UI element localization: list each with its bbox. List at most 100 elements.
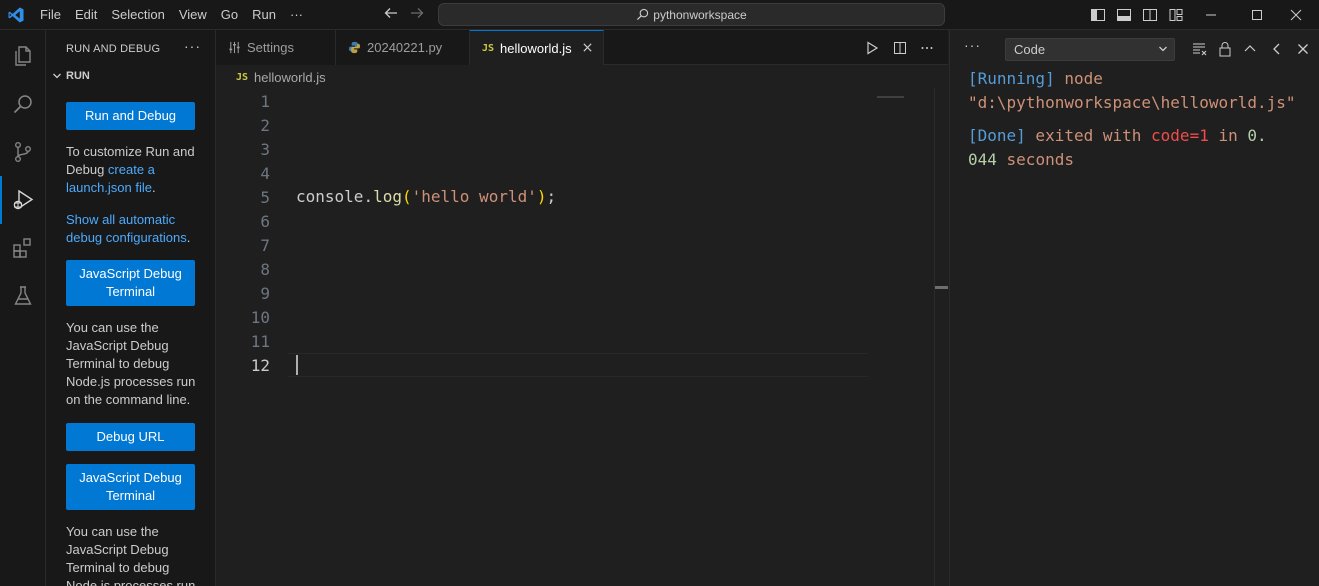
tab-settings-label: Settings xyxy=(247,40,294,55)
source-control-icon[interactable] xyxy=(0,128,46,176)
breadcrumb-js-icon: JS xyxy=(236,71,249,83)
line-number: 9 xyxy=(260,284,270,303)
chevron-down-icon xyxy=(1158,39,1168,60)
run-and-debug-sidebar: RUN AND DEBUG ··· RUN Run and Debug To c… xyxy=(46,30,216,586)
menu-run[interactable]: Run xyxy=(245,0,283,30)
forward-arrow-icon[interactable] xyxy=(408,6,426,24)
split-editor-icon[interactable] xyxy=(891,39,909,57)
sidebar-title: RUN AND DEBUG xyxy=(66,43,161,55)
search-text: pythonworkspace xyxy=(653,7,747,22)
close-icon[interactable] xyxy=(582,40,593,56)
js-debug-description: You can use the JavaScript Debug Termina… xyxy=(66,320,196,407)
tab-python-file[interactable]: 20240221.py xyxy=(336,30,470,65)
chevron-left-icon[interactable] xyxy=(1268,40,1286,58)
breadcrumb: JS helloworld.js xyxy=(216,66,326,88)
run-and-debug-button[interactable]: Run and Debug xyxy=(66,102,195,130)
js-icon: JS xyxy=(482,42,495,54)
command-center-search[interactable]: pythonworkspace xyxy=(438,3,945,26)
scrollbar-thumb[interactable] xyxy=(935,286,948,289)
tab-python-label: 20240221.py xyxy=(367,40,443,55)
show-all-configs-end: . xyxy=(186,230,191,245)
menu-file[interactable]: File xyxy=(33,0,68,30)
line-number: 6 xyxy=(260,212,270,231)
panel-more-actions[interactable]: ··· xyxy=(964,37,981,53)
settings-icon xyxy=(229,41,240,54)
exited-with-text: exited with xyxy=(1025,126,1152,145)
output-done-line: [Done] exited with code=1 in 0. xyxy=(968,124,1267,148)
javascript-debug-terminal-button-2[interactable]: JavaScript Debug Terminal xyxy=(66,464,195,510)
customize-layout-icon[interactable] xyxy=(1166,5,1186,25)
python-icon xyxy=(348,41,361,54)
search-icon xyxy=(637,8,649,21)
code-dot: . xyxy=(363,187,374,206)
customize-text-end: . xyxy=(152,180,156,195)
debug-url-button[interactable]: Debug URL xyxy=(66,423,195,451)
menu-go[interactable]: Go xyxy=(214,0,245,30)
search-view-icon[interactable] xyxy=(0,80,46,128)
in-text: in xyxy=(1208,126,1248,145)
toggle-panel-icon[interactable] xyxy=(1114,5,1134,25)
code-object: console xyxy=(296,187,364,206)
javascript-debug-terminal-button[interactable]: JavaScript Debug Terminal xyxy=(66,260,195,306)
tab-helloworld-label: helloworld.js xyxy=(500,40,572,56)
activity-bar xyxy=(0,30,46,586)
output-running-line: [Running] node xyxy=(968,67,1103,91)
menu-view[interactable]: View xyxy=(172,0,214,30)
toggle-secondary-sidebar-icon[interactable] xyxy=(1140,5,1160,25)
editor-tab-bar: Settings 20240221.py JS helloworld.js xyxy=(216,30,948,65)
line-number: 8 xyxy=(260,260,270,279)
seconds-text: seconds xyxy=(996,150,1074,169)
sidebar-more-actions[interactable]: ··· xyxy=(184,38,201,54)
running-command: node xyxy=(1054,69,1103,88)
run-and-debug-icon[interactable] xyxy=(0,176,46,224)
line-number: 7 xyxy=(260,236,270,255)
output-channel-select[interactable]: Code xyxy=(1005,38,1175,61)
editor-vertical-scrollbar[interactable] xyxy=(934,88,948,586)
close-window-button[interactable] xyxy=(1273,0,1319,30)
minimap[interactable] xyxy=(877,96,904,98)
minimize-button[interactable] xyxy=(1188,0,1234,30)
vscode-logo-icon xyxy=(8,7,24,23)
line-number: 5 xyxy=(260,188,270,207)
toggle-primary-sidebar-icon[interactable] xyxy=(1088,5,1108,25)
code-string: 'hello world' xyxy=(411,187,537,206)
code-line-console-log[interactable]: console.log('hello world'); xyxy=(296,185,556,209)
clear-output-icon[interactable] xyxy=(1191,40,1209,58)
title-bar: File Edit Selection View Go Run ··· pyth… xyxy=(0,0,1319,30)
close-panel-icon[interactable] xyxy=(1294,40,1312,58)
js-debug-description-2: You can use the JavaScript Debug Termina… xyxy=(66,524,196,586)
elapsed-time-int: 0. xyxy=(1247,126,1267,145)
output-channel-value: Code xyxy=(1014,42,1046,57)
explorer-icon[interactable] xyxy=(0,32,46,80)
breadcrumb-file[interactable]: helloworld.js xyxy=(254,70,326,85)
chevron-down-icon xyxy=(53,73,61,79)
output-time-line: 044 seconds xyxy=(968,148,1074,172)
run-section-header[interactable]: RUN xyxy=(52,70,90,82)
menu-selection[interactable]: Selection xyxy=(104,0,171,30)
line-number-current: 12 xyxy=(250,356,270,375)
exit-code: code=1 xyxy=(1151,126,1209,145)
testing-flask-icon[interactable] xyxy=(0,272,46,320)
run-code-icon[interactable] xyxy=(863,39,881,57)
elapsed-time-frac: 044 xyxy=(968,150,997,169)
line-number: 11 xyxy=(250,332,270,351)
text-cursor xyxy=(296,355,298,375)
maximize-panel-icon[interactable] xyxy=(1241,40,1259,58)
menu-edit[interactable]: Edit xyxy=(68,0,104,30)
done-tag: [Done] xyxy=(968,126,1026,145)
lock-scroll-icon[interactable] xyxy=(1216,40,1234,58)
output-running-path: "d:\pythonworkspace\helloworld.js" xyxy=(968,91,1296,115)
menu-more[interactable]: ··· xyxy=(283,0,310,30)
customize-run-text: To customize Run and Debug create a laun… xyxy=(66,143,206,197)
tab-helloworld-js[interactable]: JS helloworld.js xyxy=(470,30,604,65)
back-arrow-icon[interactable] xyxy=(382,6,400,24)
current-line-highlight xyxy=(288,353,868,377)
show-all-configs-link[interactable]: Show all automatic debug configurations xyxy=(66,212,187,245)
extensions-icon[interactable] xyxy=(0,224,46,272)
tab-settings[interactable]: Settings xyxy=(216,30,336,65)
show-all-configs-text: Show all automatic debug configurations. xyxy=(66,211,206,247)
running-path: "d:\pythonworkspace\helloworld.js" xyxy=(968,93,1296,112)
menu-bar: File Edit Selection View Go Run ··· xyxy=(33,0,310,30)
editor-more-actions-icon[interactable] xyxy=(918,39,936,57)
run-section-label: RUN xyxy=(66,70,90,82)
